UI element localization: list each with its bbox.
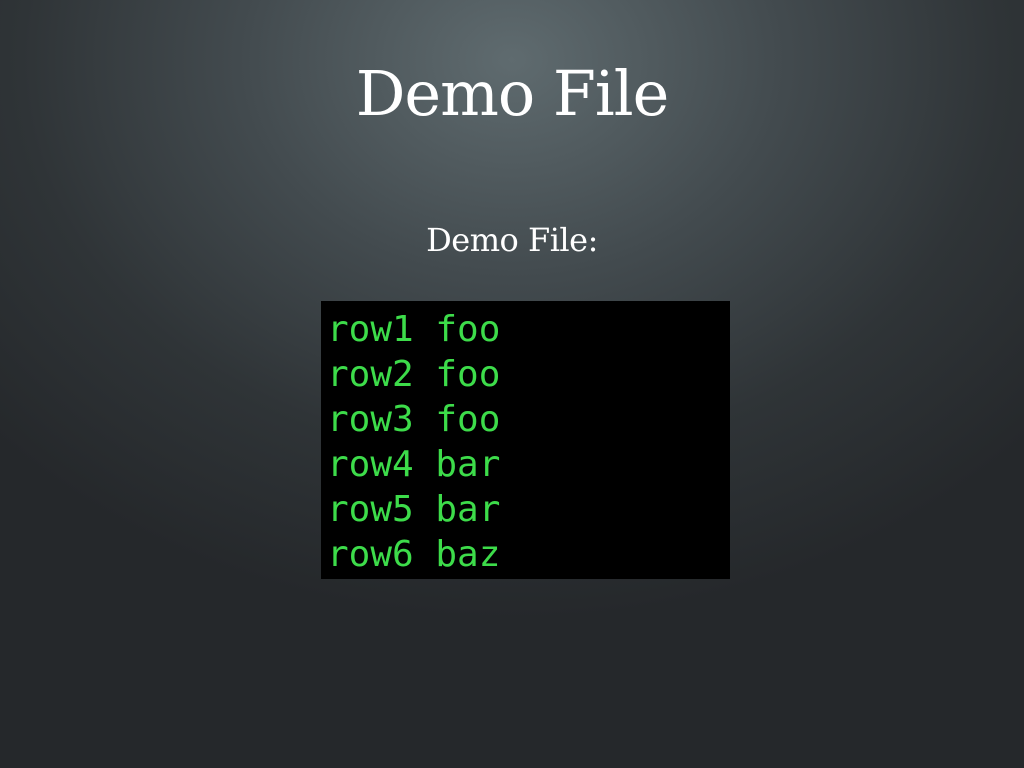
file-row: row6 baz: [327, 534, 501, 575]
file-row: row3 foo: [327, 399, 501, 440]
file-row: row2 foo: [327, 354, 501, 395]
file-row: row5 bar: [327, 489, 501, 530]
slide-subtitle: Demo File:: [426, 221, 598, 259]
file-row: row4 bar: [327, 444, 501, 485]
slide-title: Demo File: [355, 57, 670, 130]
file-contents-panel: row1 foo row2 foo row3 foo row4 bar row5…: [321, 301, 730, 579]
slide: Demo File Demo File: row1 foo row2 foo r…: [0, 0, 1024, 768]
file-row: row1 foo: [327, 309, 501, 350]
